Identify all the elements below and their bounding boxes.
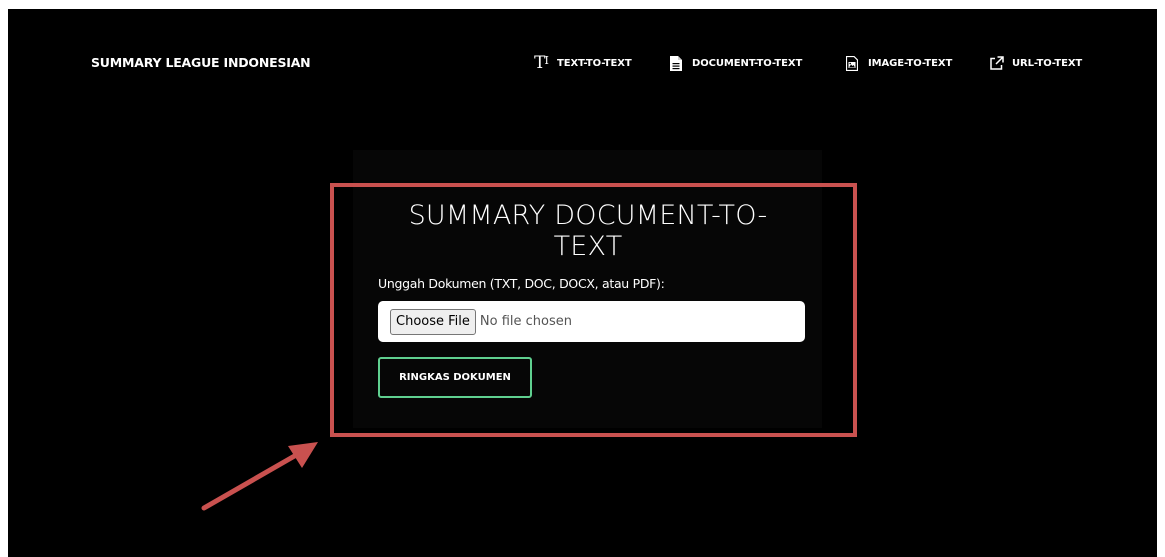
nav-item-document-to-text[interactable]: DOCUMENT-TO-TEXT bbox=[668, 51, 802, 75]
external-link-icon bbox=[988, 54, 1004, 72]
upload-card: SUMMARY DOCUMENT-TO-TEXT Unggah Dokumen … bbox=[353, 150, 822, 428]
nav-item-label: IMAGE-TO-TEXT bbox=[868, 57, 953, 69]
image-icon bbox=[844, 54, 860, 72]
page-title: SUMMARY DOCUMENT-TO-TEXT bbox=[408, 200, 768, 262]
nav-item-label: TEXT-TO-TEXT bbox=[557, 57, 632, 69]
summarize-document-button[interactable]: RINGKAS DOKUMEN bbox=[378, 357, 532, 398]
app-screen: SUMMARY LEAGUE INDONESIAN TI TEXT-TO-TEX… bbox=[8, 9, 1157, 557]
choose-file-button[interactable]: Choose File bbox=[390, 308, 476, 335]
nav-item-image-to-text[interactable]: IMAGE-TO-TEXT bbox=[844, 51, 952, 75]
brand-logo[interactable]: SUMMARY LEAGUE INDONESIAN bbox=[91, 55, 311, 70]
nav-item-text-to-text[interactable]: TI TEXT-TO-TEXT bbox=[533, 51, 632, 75]
nav-item-label: URL-TO-TEXT bbox=[1012, 57, 1083, 69]
upload-label: Unggah Dokumen (TXT, DOC, DOCX, atau PDF… bbox=[378, 276, 665, 291]
nav-item-label: DOCUMENT-TO-TEXT bbox=[692, 57, 803, 69]
navbar: SUMMARY LEAGUE INDONESIAN TI TEXT-TO-TEX… bbox=[8, 9, 1157, 119]
nav-item-url-to-text[interactable]: URL-TO-TEXT bbox=[988, 51, 1082, 75]
document-icon bbox=[668, 54, 684, 72]
text-size-icon: TI bbox=[534, 52, 549, 73]
file-status-text: No file chosen bbox=[479, 314, 572, 329]
file-input[interactable]: Choose File No file chosen bbox=[378, 301, 805, 342]
